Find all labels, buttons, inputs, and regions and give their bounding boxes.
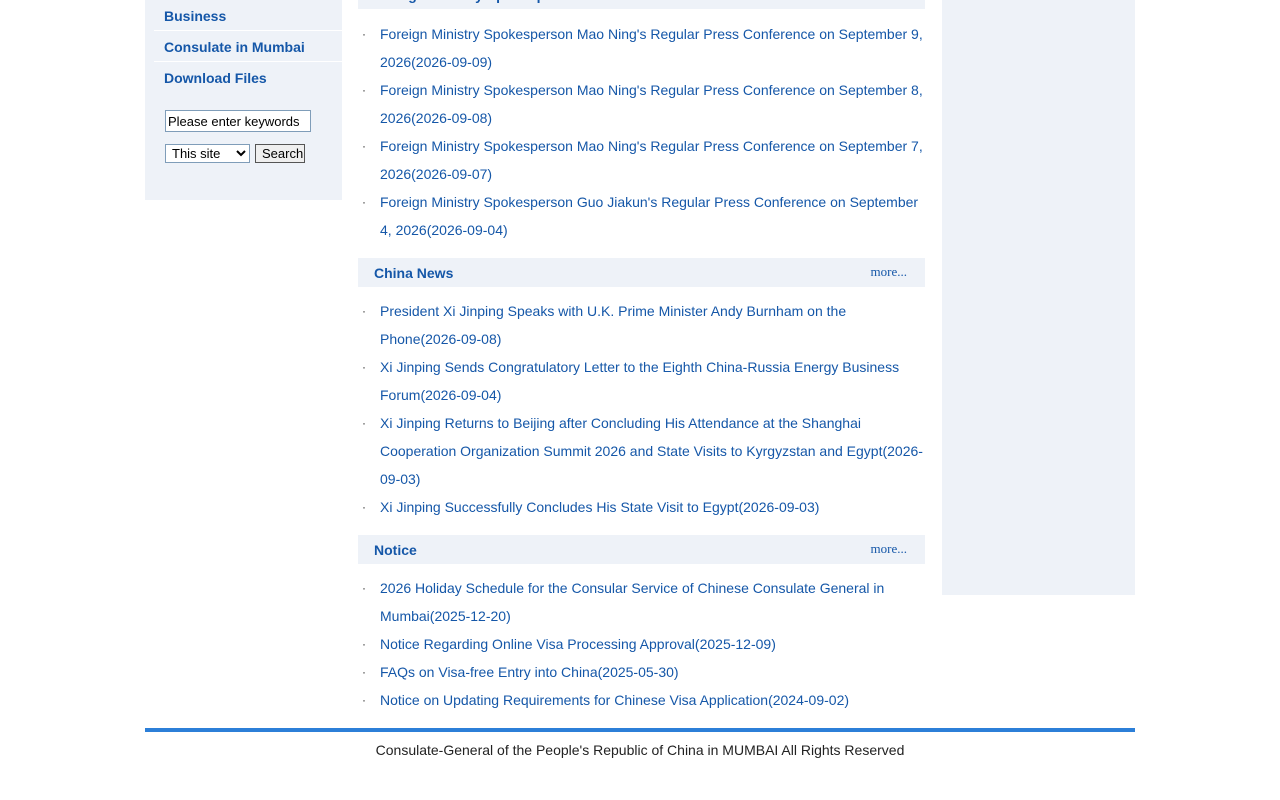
sidebar-item-consulate-in-mumbai[interactable]: Consulate in Mumbai — [154, 32, 342, 62]
bullet: · — [362, 27, 366, 41]
notice-list: · 2026 Holiday Schedule for the Consular… — [358, 574, 925, 714]
search-input[interactable] — [165, 110, 311, 132]
bullet: · — [362, 581, 366, 595]
list-item: · Foreign Ministry Spokesperson Mao Ning… — [358, 76, 925, 132]
news-link[interactable]: Xi Jinping Returns to Beijing after Conc… — [380, 415, 923, 487]
search-scope-select[interactable]: This site — [165, 144, 250, 163]
more-link[interactable]: more... — [871, 535, 907, 563]
news-link[interactable]: Foreign Ministry Spokesperson Guo Jiakun… — [380, 194, 918, 238]
bullet: · — [362, 139, 366, 153]
bullet: · — [362, 500, 366, 514]
list-item: · Notice on Updating Requirements for Ch… — [358, 686, 925, 714]
news-link[interactable]: FAQs on Visa-free Entry into China(2025-… — [380, 664, 679, 680]
sidebar-item-label: Download Files — [164, 70, 267, 86]
list-item: · President Xi Jinping Speaks with U.K. … — [358, 297, 925, 353]
news-link[interactable]: 2026 Holiday Schedule for the Consular S… — [380, 580, 884, 624]
list-item: · Foreign Ministry Spokesperson Guo Jiak… — [358, 188, 925, 244]
section-header-china-news: China News more... — [358, 258, 925, 288]
news-link[interactable]: Foreign Ministry Spokesperson Mao Ning's… — [380, 26, 923, 70]
list-item: · 2026 Holiday Schedule for the Consular… — [358, 574, 925, 630]
more-link[interactable]: more... — [871, 258, 907, 286]
sidebar-item-label: Consulate in Mumbai — [164, 39, 305, 55]
search-button[interactable]: Search — [255, 144, 305, 163]
section-title[interactable]: China News — [374, 258, 453, 288]
bullet: · — [362, 693, 366, 707]
china-news-list: · President Xi Jinping Speaks with U.K. … — [358, 297, 925, 521]
footer-divider — [145, 728, 1135, 732]
sidebar-item-download-files[interactable]: Download Files — [154, 63, 342, 93]
list-item: · Notice Regarding Online Visa Processin… — [358, 630, 925, 658]
list-item: · FAQs on Visa-free Entry into China(202… — [358, 658, 925, 686]
sidebar-item-business[interactable]: Business — [154, 1, 342, 31]
news-link[interactable]: Xi Jinping Successfully Concludes His St… — [380, 499, 819, 515]
news-link[interactable]: Foreign Ministry Spokesperson Mao Ning's… — [380, 82, 923, 126]
news-link[interactable]: President Xi Jinping Speaks with U.K. Pr… — [380, 303, 846, 347]
spokesperson-news-list: · Foreign Ministry Spokesperson Mao Ning… — [358, 20, 925, 244]
bullet: · — [362, 83, 366, 97]
list-item: · Xi Jinping Sends Congratulatory Letter… — [358, 353, 925, 409]
section-title[interactable]: Notice — [374, 535, 417, 565]
bullet: · — [362, 416, 366, 430]
sidebar-item-label: Business — [164, 8, 227, 24]
news-link[interactable]: Foreign Ministry Spokesperson Mao Ning's… — [380, 138, 923, 182]
list-item: · Foreign Ministry Spokesperson Mao Ning… — [358, 132, 925, 188]
section-title[interactable]: Foreign Ministry Spokesperson's Remarks — [374, 0, 657, 10]
bullet: · — [362, 665, 366, 679]
bullet: · — [362, 304, 366, 318]
left-sidebar: Business Consulate in Mumbai Download Fi… — [145, 0, 342, 200]
list-item: · Xi Jinping Successfully Concludes His … — [358, 493, 925, 521]
section-header-spokesperson: Foreign Ministry Spokesperson's Remarks — [358, 0, 925, 10]
news-link[interactable]: Xi Jinping Sends Congratulatory Letter t… — [380, 359, 899, 403]
bullet: · — [362, 360, 366, 374]
bullet: · — [362, 195, 366, 209]
news-link[interactable]: Notice on Updating Requirements for Chin… — [380, 692, 849, 708]
news-link[interactable]: Notice Regarding Online Visa Processing … — [380, 636, 776, 652]
right-sidebar — [942, 0, 1135, 595]
bullet: · — [362, 637, 366, 651]
footer-copyright: Consulate-General of the People's Republ… — [375, 742, 905, 758]
list-item: · Foreign Ministry Spokesperson Mao Ning… — [358, 20, 925, 76]
section-header-notice: Notice more... — [358, 535, 925, 565]
list-item: · Xi Jinping Returns to Beijing after Co… — [358, 409, 925, 493]
